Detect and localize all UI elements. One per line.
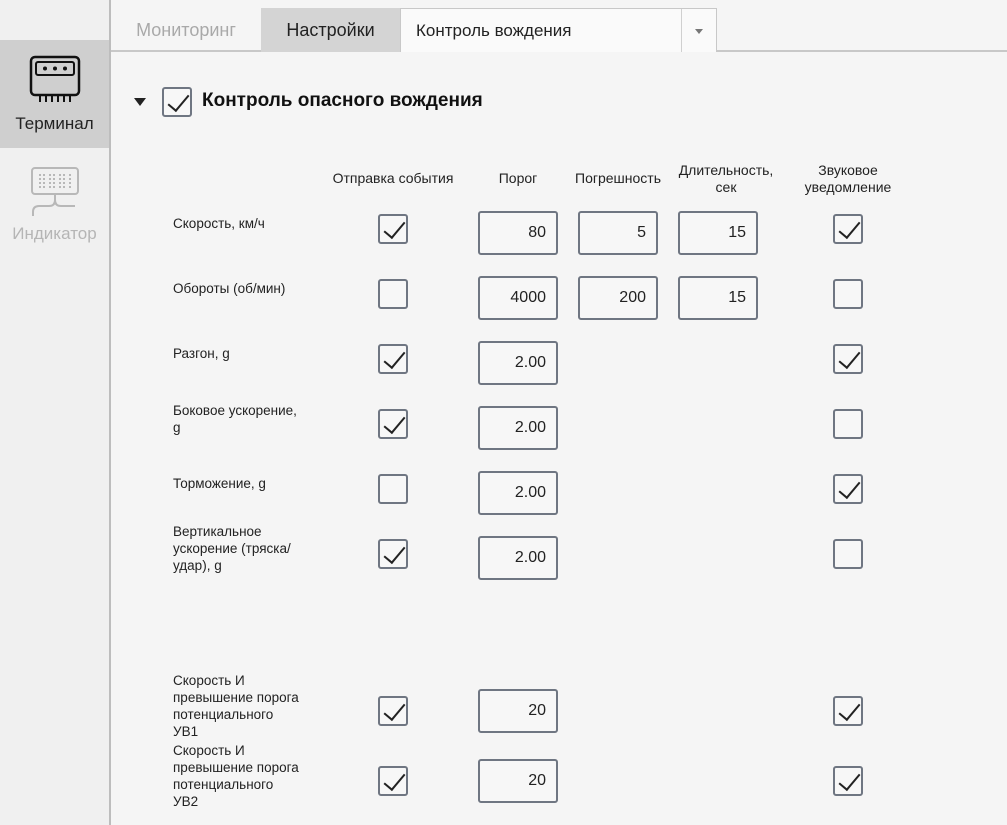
threshold-input[interactable]: 2.00 (478, 341, 558, 385)
sound-checkbox[interactable] (833, 214, 863, 244)
column-header-duration-line: сек (715, 179, 737, 195)
column-header-duration-line: Длительность, (678, 162, 774, 178)
threshold-input[interactable]: 20 (478, 759, 558, 803)
row-label-line: Боковое ускорение, (173, 403, 297, 418)
collapse-arrow-icon[interactable] (134, 98, 146, 106)
row-label-line: Обороты (об/мин) (173, 281, 286, 296)
send-event-checkbox[interactable] (378, 279, 408, 309)
tab-settings[interactable]: Настройки (261, 8, 400, 52)
send-event-checkbox[interactable] (378, 214, 408, 244)
indicator-icon (25, 164, 85, 220)
column-header-duration: Длительность, сек (668, 162, 784, 196)
row-label-line: g (173, 420, 181, 435)
settings-category-dropdown[interactable]: Контроль вождения (400, 8, 717, 52)
row-label: Обороты (об/мин) (173, 280, 318, 297)
chevron-down-icon[interactable] (695, 29, 703, 34)
column-header-sound-line: уведомление (804, 179, 892, 195)
row-label-line: превышение порога (173, 760, 299, 775)
threshold-input[interactable]: 2.00 (478, 471, 558, 515)
sidebar-item-label: Индикатор (12, 224, 97, 243)
row-label: Скорость И превышение порога потенциальн… (173, 672, 318, 740)
row-label-line: удар), g (173, 558, 222, 573)
tolerance-input[interactable]: 5 (578, 211, 658, 255)
sound-checkbox[interactable] (833, 539, 863, 569)
tab-monitoring[interactable]: Мониторинг (111, 8, 261, 52)
sidebar-item-indicator[interactable]: Индикатор (0, 150, 109, 258)
dropdown-separator (681, 9, 682, 52)
row-label: Торможение, g (173, 475, 318, 492)
row-label: Скорость, км/ч (173, 215, 318, 232)
row-label-line: Вертикальное (173, 524, 262, 539)
column-header-tolerance: Погрешность (575, 170, 661, 186)
threshold-input[interactable]: 2.00 (478, 536, 558, 580)
sound-checkbox[interactable] (833, 344, 863, 374)
row-label-line: Скорость, км/ч (173, 216, 265, 231)
row-label: Разгон, g (173, 345, 318, 362)
sound-checkbox[interactable] (833, 474, 863, 504)
section-title: Контроль опасного вождения (202, 90, 483, 111)
threshold-input[interactable]: 20 (478, 689, 558, 733)
row-label-line: Торможение, g (173, 476, 266, 491)
row-label-line: УВ2 (173, 794, 199, 809)
send-event-checkbox[interactable] (378, 696, 408, 726)
column-header-send-event: Отправка события (332, 170, 454, 186)
duration-input[interactable]: 15 (678, 276, 758, 320)
send-event-checkbox[interactable] (378, 409, 408, 439)
tab-bar: Мониторинг Настройки Контроль вождения (111, 0, 1007, 52)
row-label-line: потенциального (173, 777, 274, 792)
sound-checkbox[interactable] (833, 279, 863, 309)
send-event-checkbox[interactable] (378, 766, 408, 796)
threshold-input[interactable]: 80 (478, 211, 558, 255)
sidebar-item-label: Терминал (15, 114, 94, 133)
row-label: Боковое ускорение, g (173, 402, 318, 436)
row-label-line: ускорение (тряска/ (173, 541, 291, 556)
row-label-line: Скорость И (173, 673, 245, 688)
row-label: Вертикальное ускорение (тряска/ удар), g (173, 523, 318, 574)
terminal-icon (25, 54, 85, 110)
row-label-line: превышение порога (173, 690, 299, 705)
row-label-line: УВ1 (173, 724, 199, 739)
sidebar-item-terminal[interactable]: Терминал (0, 40, 109, 148)
sound-checkbox[interactable] (833, 409, 863, 439)
send-event-checkbox[interactable] (378, 474, 408, 504)
duration-input[interactable]: 15 (678, 211, 758, 255)
row-label-line: Скорость И (173, 743, 245, 758)
row-label-line: Разгон, g (173, 346, 230, 361)
sound-checkbox[interactable] (833, 696, 863, 726)
send-event-checkbox[interactable] (378, 344, 408, 374)
threshold-input[interactable]: 4000 (478, 276, 558, 320)
column-header-sound: Звуковое уведомление (790, 162, 906, 196)
tolerance-input[interactable]: 200 (578, 276, 658, 320)
sidebar: Терминал Индикатор (0, 0, 111, 825)
send-event-checkbox[interactable] (378, 539, 408, 569)
sound-checkbox[interactable] (833, 766, 863, 796)
row-label-line: потенциального (173, 707, 274, 722)
section-enable-checkbox[interactable] (162, 87, 192, 117)
column-header-sound-line: Звуковое (818, 162, 878, 178)
dropdown-value: Контроль вождения (416, 20, 572, 40)
column-header-threshold: Порог (498, 170, 538, 186)
threshold-input[interactable]: 2.00 (478, 406, 558, 450)
row-label: Скорость И превышение порога потенциальн… (173, 742, 318, 810)
